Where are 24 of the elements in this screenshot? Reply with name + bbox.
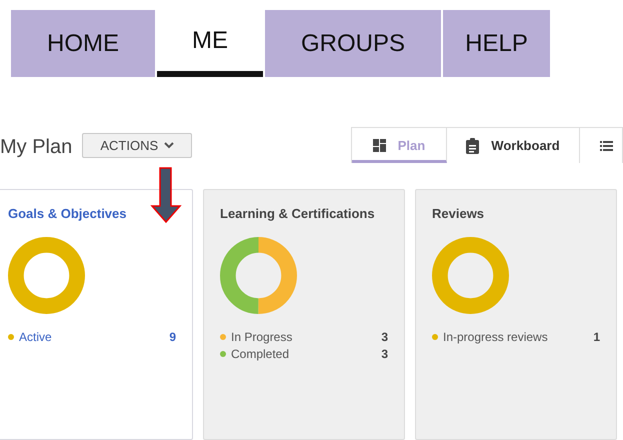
legend-count: 3 [381, 346, 388, 360]
actions-button[interactable]: ACTIONS [82, 133, 192, 158]
clipboard-icon [466, 138, 480, 154]
plan-card[interactable]: Reviews In-progress reviews 1 [415, 189, 617, 440]
legend-count: 1 [593, 330, 600, 344]
plan-card[interactable]: Goals & Objectives Active 9 [0, 189, 193, 440]
list-icon [600, 140, 613, 150]
chevron-down-icon [164, 142, 174, 149]
card-title: Learning & Certifications [220, 206, 376, 221]
card-title: Reviews [432, 206, 486, 221]
legend-count: 3 [381, 330, 388, 344]
legend-count: 9 [169, 330, 176, 344]
card-title: Goals & Objectives [8, 206, 128, 221]
dashboard-icon [372, 139, 386, 152]
nav-tab[interactable]: HOME [11, 10, 155, 77]
legend-label: Completed [231, 346, 290, 360]
nav-tab[interactable]: GROUPS [265, 10, 441, 77]
nav-tab[interactable]: HELP [443, 10, 550, 77]
legend-label: In-progress reviews [443, 330, 548, 344]
page-title: My Plan [0, 136, 72, 159]
plan-card[interactable]: Learning & Certifications In Progress 3 Completed 3 [203, 189, 405, 440]
down-arrow [150, 167, 182, 224]
legend-label: In Progress [231, 330, 292, 344]
legend-label: Active [19, 330, 52, 344]
